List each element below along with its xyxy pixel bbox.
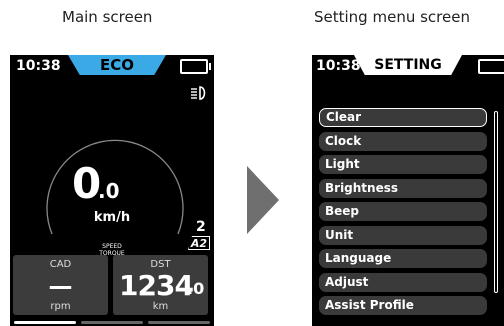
menu-item-light[interactable]: Light [319, 155, 487, 174]
main-screen-caption: Main screen [62, 8, 153, 26]
distance-unit: km [152, 301, 169, 312]
menu-item-language[interactable]: Language [319, 249, 487, 268]
setting-menu-screen: 10:38 SETTING Clear Clock Light Brightness B… [312, 55, 504, 326]
headlight-icon [191, 86, 206, 100]
assist-mode-tab: ECO [68, 55, 166, 75]
cadence-unit: rpm [50, 301, 71, 312]
clock-time: 10:38 [16, 58, 61, 74]
distance-decimal: .0 [187, 279, 205, 298]
assist-profile-badge: A2 [188, 236, 210, 250]
menu-item-beep[interactable]: Beep [319, 202, 487, 221]
speed-label: SPEED [102, 243, 122, 250]
speed-decimal: .0 [98, 179, 120, 203]
cadence-value: — [48, 272, 73, 300]
distance-value: 1234 [119, 269, 194, 302]
scrollbar[interactable] [494, 111, 498, 293]
setting-title-tab: SETTING [354, 55, 462, 75]
speed-unit: km/h [93, 210, 131, 225]
page-indicator-segment [148, 321, 210, 324]
clock-time: 10:38 [316, 58, 361, 74]
menu-item-unit[interactable]: Unit [319, 225, 487, 245]
menu-item-assist-profile[interactable]: Assist Profile [319, 296, 487, 315]
page-indicator-segment [14, 321, 76, 324]
arrow-right-icon [247, 166, 279, 234]
menu-item-brightness[interactable]: Brightness [319, 178, 487, 198]
setting-menu-list: Clear Clock Light Brightness Beep Unit Languag… [319, 108, 487, 320]
page-indicator [14, 321, 210, 325]
battery-icon [478, 59, 504, 74]
page-indicator-segment [81, 321, 143, 324]
cadence-panel: CAD — rpm [13, 255, 108, 315]
speed-value: 0 [72, 159, 102, 208]
menu-item-adjust[interactable]: Adjust [319, 272, 487, 292]
battery-icon [180, 59, 211, 74]
menu-item-clock[interactable]: Clock [319, 131, 487, 151]
distance-panel: DST 1234 .0 km [113, 255, 208, 315]
menu-item-clear[interactable]: Clear [319, 108, 487, 127]
assist-level: 2 [196, 219, 206, 235]
setting-screen-caption: Setting menu screen [314, 8, 470, 26]
cadence-title: CAD [49, 259, 72, 270]
main-screen: 10:38 ECO 0 .0 km/h SPEED TORQUE 2 A2 CA… [10, 55, 214, 326]
